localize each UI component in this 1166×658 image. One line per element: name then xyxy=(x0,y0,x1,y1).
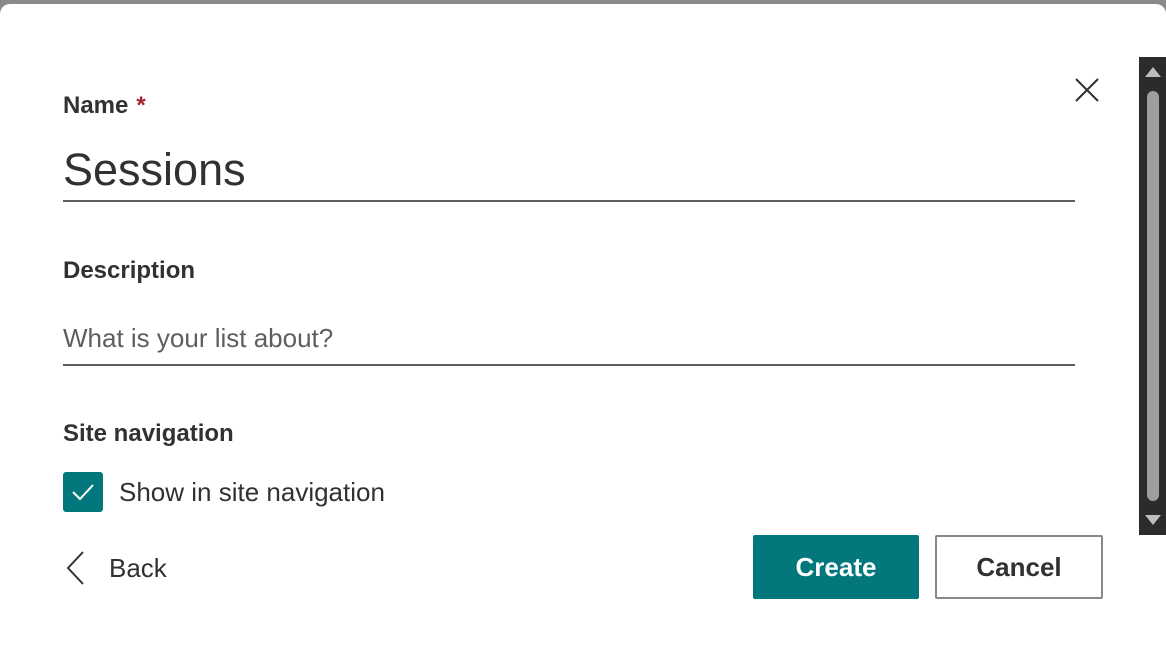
show-in-site-navigation-option[interactable]: Show in site navigation xyxy=(63,472,385,512)
show-in-site-navigation-checkbox[interactable] xyxy=(63,472,103,512)
chevron-left-icon xyxy=(66,551,84,585)
back-button[interactable]: Back xyxy=(63,548,167,588)
back-label: Back xyxy=(109,552,167,583)
checkmark-icon xyxy=(72,484,94,501)
name-label: Name * xyxy=(63,92,146,120)
show-in-site-navigation-label: Show in site navigation xyxy=(119,476,385,507)
close-icon xyxy=(1075,78,1099,102)
create-list-dialog: Name * Description Site navigation Show i… xyxy=(0,4,1166,658)
scrollbar-thumb[interactable] xyxy=(1147,91,1159,501)
required-marker: * xyxy=(136,92,146,119)
name-input[interactable] xyxy=(63,140,1075,202)
description-label: Description xyxy=(63,257,196,284)
name-label-text: Name xyxy=(63,92,129,119)
scroll-up-arrow-icon[interactable] xyxy=(1145,67,1161,77)
site-navigation-label: Site navigation xyxy=(63,420,234,447)
scrollbar[interactable] xyxy=(1139,57,1166,535)
close-button[interactable] xyxy=(1072,75,1102,105)
scroll-down-arrow-icon[interactable] xyxy=(1145,515,1161,525)
create-button[interactable]: Create xyxy=(753,535,919,599)
cancel-button[interactable]: Cancel xyxy=(935,535,1103,599)
description-input[interactable] xyxy=(63,312,1075,366)
